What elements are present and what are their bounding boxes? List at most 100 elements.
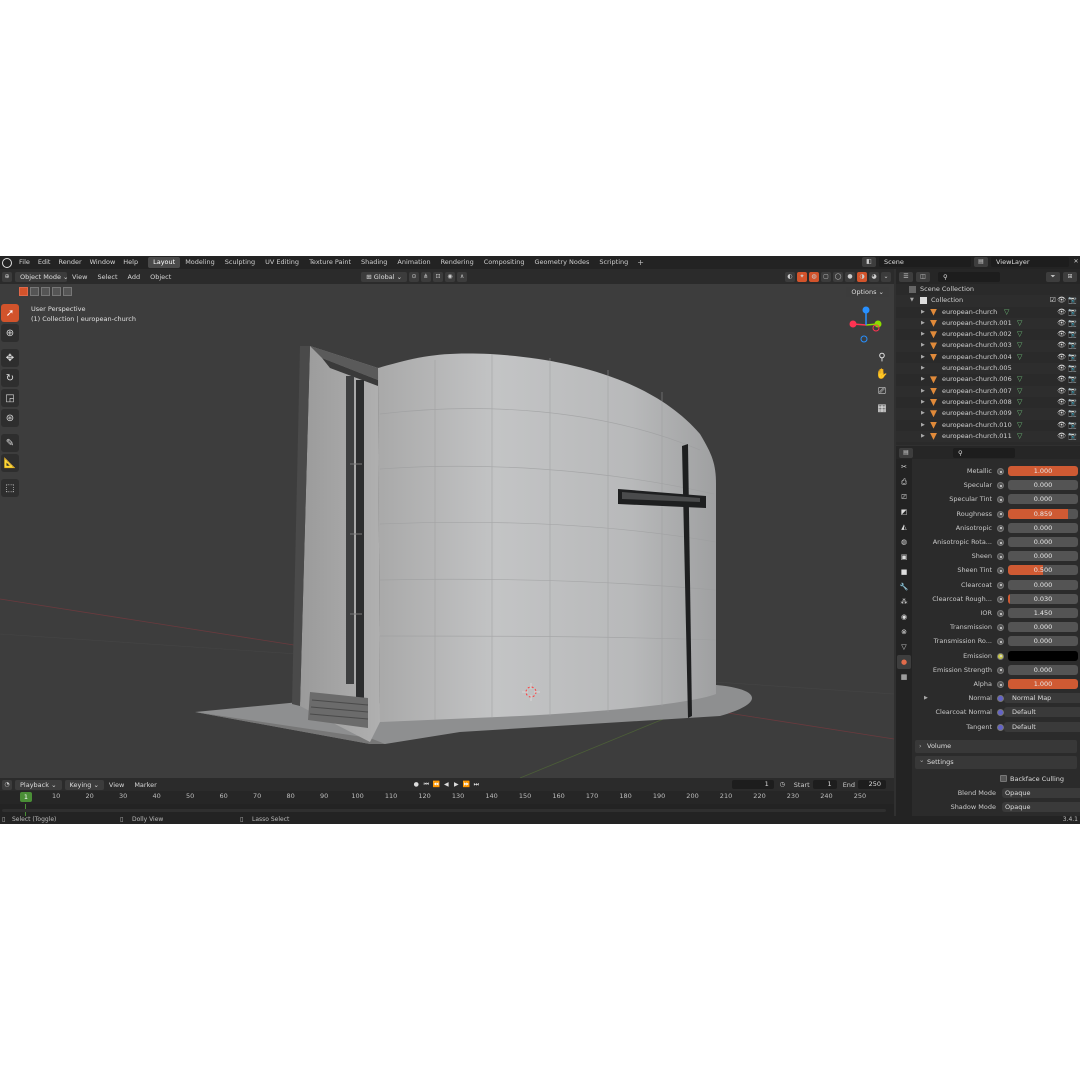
property-value-field[interactable]: 0.000 bbox=[1008, 664, 1078, 675]
transform-orientation-dropdown[interactable]: ⊞ Global ⌄ bbox=[361, 271, 408, 282]
socket-icon[interactable] bbox=[997, 624, 1004, 632]
property-value-field[interactable]: 0.000 bbox=[1008, 579, 1078, 590]
socket-icon[interactable] bbox=[997, 595, 1004, 603]
gizmo-icon[interactable]: ✦ bbox=[797, 271, 807, 282]
property-value-field[interactable]: 0.000 bbox=[1008, 480, 1078, 491]
eye-icon[interactable]: 👁 bbox=[1057, 397, 1066, 408]
blender-logo-icon[interactable] bbox=[2, 257, 12, 268]
tab-texture-paint[interactable]: Texture Paint bbox=[304, 257, 356, 268]
zoom-icon[interactable]: ⚲ bbox=[874, 351, 890, 365]
render-tab-icon[interactable]: ⎙ bbox=[897, 475, 911, 489]
scale-tool-icon[interactable]: ◲ bbox=[1, 389, 19, 407]
tab-modeling[interactable]: Modeling bbox=[180, 257, 220, 268]
expand-arrow-icon[interactable]: ▶ bbox=[921, 340, 925, 351]
mesh-data-icon[interactable]: ▽ bbox=[1004, 308, 1009, 316]
shading-material-icon[interactable]: ◑ bbox=[857, 271, 867, 282]
socket-icon[interactable] bbox=[997, 524, 1004, 532]
property-value-field[interactable]: 0.000 bbox=[1008, 522, 1078, 533]
jump-end-icon[interactable]: ⏭ bbox=[472, 780, 481, 789]
select-mode-new-icon[interactable] bbox=[19, 287, 28, 296]
texture-tab-icon[interactable]: ▦ bbox=[897, 670, 911, 684]
eye-icon[interactable]: 👁 bbox=[1057, 431, 1066, 442]
vector-socket-icon[interactable] bbox=[997, 695, 1004, 703]
socket-icon[interactable] bbox=[997, 666, 1004, 674]
property-value-field[interactable]: 1.000 bbox=[1008, 679, 1078, 689]
tab-sculpting[interactable]: Sculpting bbox=[220, 257, 260, 268]
outliner-object-row[interactable]: ▶ european-church.002 ▽ 👁 📷 bbox=[896, 329, 1080, 340]
tool-tab-icon[interactable]: ✂ bbox=[897, 460, 911, 474]
options-button[interactable]: Options ⌄ bbox=[846, 287, 889, 297]
camera-icon[interactable]: 📷 bbox=[1068, 340, 1077, 351]
outliner-object-row[interactable]: ▶ european-church.009 ▽ 👁 📷 bbox=[896, 408, 1080, 420]
socket-icon[interactable] bbox=[997, 468, 1004, 475]
expand-arrow-icon[interactable]: ▶ bbox=[921, 318, 925, 329]
select-mode-invert-icon[interactable] bbox=[52, 287, 61, 296]
link-value-field[interactable]: Default bbox=[1004, 721, 1080, 732]
link-value-field[interactable]: Normal Map bbox=[1004, 693, 1080, 704]
select-mode-extend-icon[interactable] bbox=[30, 287, 39, 296]
timeline-scrollbar[interactable] bbox=[2, 809, 886, 812]
eye-icon[interactable]: 👁 bbox=[1057, 295, 1066, 306]
constraints-tab-icon[interactable]: ⊗ bbox=[897, 625, 911, 639]
menu-add[interactable]: Add bbox=[123, 273, 146, 281]
rotate-tool-icon[interactable]: ↻ bbox=[1, 369, 19, 387]
socket-icon[interactable] bbox=[997, 581, 1004, 589]
menu-file[interactable]: File bbox=[15, 256, 34, 269]
mesh-data-icon[interactable]: ▽ bbox=[1017, 387, 1022, 395]
outliner-object-row[interactable]: ▶ european-church.001 ▽ 👁 📷 bbox=[896, 317, 1080, 330]
timeline-menu-marker[interactable]: Marker bbox=[129, 781, 161, 789]
view-layer-icon[interactable]: ▤ bbox=[974, 257, 988, 267]
socket-icon[interactable] bbox=[997, 567, 1004, 575]
snap-icon[interactable]: ⋔ bbox=[421, 271, 432, 282]
camera-icon[interactable]: 📷 bbox=[1068, 420, 1077, 431]
material-tab-icon[interactable]: ● bbox=[897, 655, 911, 669]
play-icon[interactable]: ▶ bbox=[452, 780, 461, 789]
timeline-ruler[interactable]: 1 10 20 30 40 50 60 70 80 90 100 110 120 130 140 150 16… bbox=[0, 791, 894, 804]
camera-icon[interactable]: 📷 bbox=[1068, 352, 1077, 363]
expand-arrow-icon[interactable]: ▶ bbox=[921, 307, 925, 318]
xray-icon[interactable]: ▢ bbox=[821, 271, 831, 282]
socket-icon[interactable] bbox=[997, 553, 1004, 561]
data-tab-icon[interactable]: ▽ bbox=[897, 640, 911, 654]
mode-dropdown[interactable]: Object Mode ⌄ bbox=[15, 271, 68, 282]
outliner-object-row[interactable]: ▶ european-church.011 ▽ 👁 📷 bbox=[896, 430, 1080, 443]
mesh-data-icon[interactable]: ▽ bbox=[1017, 421, 1022, 429]
eye-icon[interactable]: 👁 bbox=[1057, 374, 1066, 385]
view-layer-field[interactable]: ViewLayer bbox=[991, 257, 1069, 267]
menu-window[interactable]: Window bbox=[86, 256, 120, 269]
proportional-icon[interactable]: ◉ bbox=[445, 271, 456, 282]
camera-icon[interactable]: 📷 bbox=[1068, 431, 1077, 442]
shading-options-icon[interactable]: ⌄ bbox=[881, 271, 891, 282]
timeline-track[interactable] bbox=[0, 804, 894, 816]
outliner-object-row[interactable]: ▶ european-church.008 ▽ 👁 📷 bbox=[896, 397, 1080, 408]
properties-editor-icon[interactable]: ▤ bbox=[899, 447, 913, 458]
overlay-icon[interactable]: ◍ bbox=[809, 271, 819, 282]
socket-icon[interactable] bbox=[997, 638, 1004, 646]
annotate-tool-icon[interactable]: ✎ bbox=[1, 434, 19, 452]
camera-icon[interactable]: 📷 bbox=[1068, 386, 1077, 397]
tab-scripting[interactable]: Scripting bbox=[594, 257, 633, 268]
eye-icon[interactable]: 👁 bbox=[1057, 318, 1066, 329]
camera-icon[interactable]: 📷 bbox=[1068, 329, 1077, 340]
mesh-data-icon[interactable]: ▽ bbox=[1017, 376, 1022, 383]
view-layer-tab-icon[interactable]: ◩ bbox=[897, 505, 911, 519]
expand-arrow-icon[interactable]: ▶ bbox=[921, 363, 925, 374]
current-frame-field[interactable]: 1 bbox=[731, 780, 774, 789]
tab-geometry-nodes[interactable]: Geometry Nodes bbox=[530, 257, 595, 268]
new-collection-icon[interactable]: ⊞ bbox=[1063, 271, 1077, 282]
camera-icon[interactable]: 📷 bbox=[1068, 374, 1077, 385]
outliner-search-input[interactable]: ⚲ bbox=[938, 271, 1000, 282]
falloff-icon[interactable]: ∧ bbox=[457, 271, 468, 282]
expand-arrow-icon[interactable]: ▶ bbox=[921, 352, 925, 363]
physics-tab-icon[interactable]: ◉ bbox=[897, 610, 911, 624]
outliner-editor-icon[interactable]: ☰ bbox=[899, 271, 913, 282]
property-value-field[interactable]: 0.859 bbox=[1008, 508, 1078, 519]
transform-tool-icon[interactable]: ⊛ bbox=[1, 409, 19, 427]
outliner-object-row[interactable]: ▶ european-church.004 ▽ 👁 📷 bbox=[896, 352, 1080, 363]
outliner-scene-collection[interactable]: Scene Collection bbox=[896, 284, 1080, 295]
expand-arrow-icon[interactable]: ▶ bbox=[921, 408, 925, 419]
visibility-icon[interactable]: ◐ bbox=[785, 271, 795, 282]
world-tab-icon[interactable]: ◍ bbox=[897, 535, 911, 549]
backface-culling-row[interactable]: Backface Culling bbox=[912, 773, 1080, 785]
property-value-field[interactable]: 0.500 bbox=[1008, 565, 1078, 576]
